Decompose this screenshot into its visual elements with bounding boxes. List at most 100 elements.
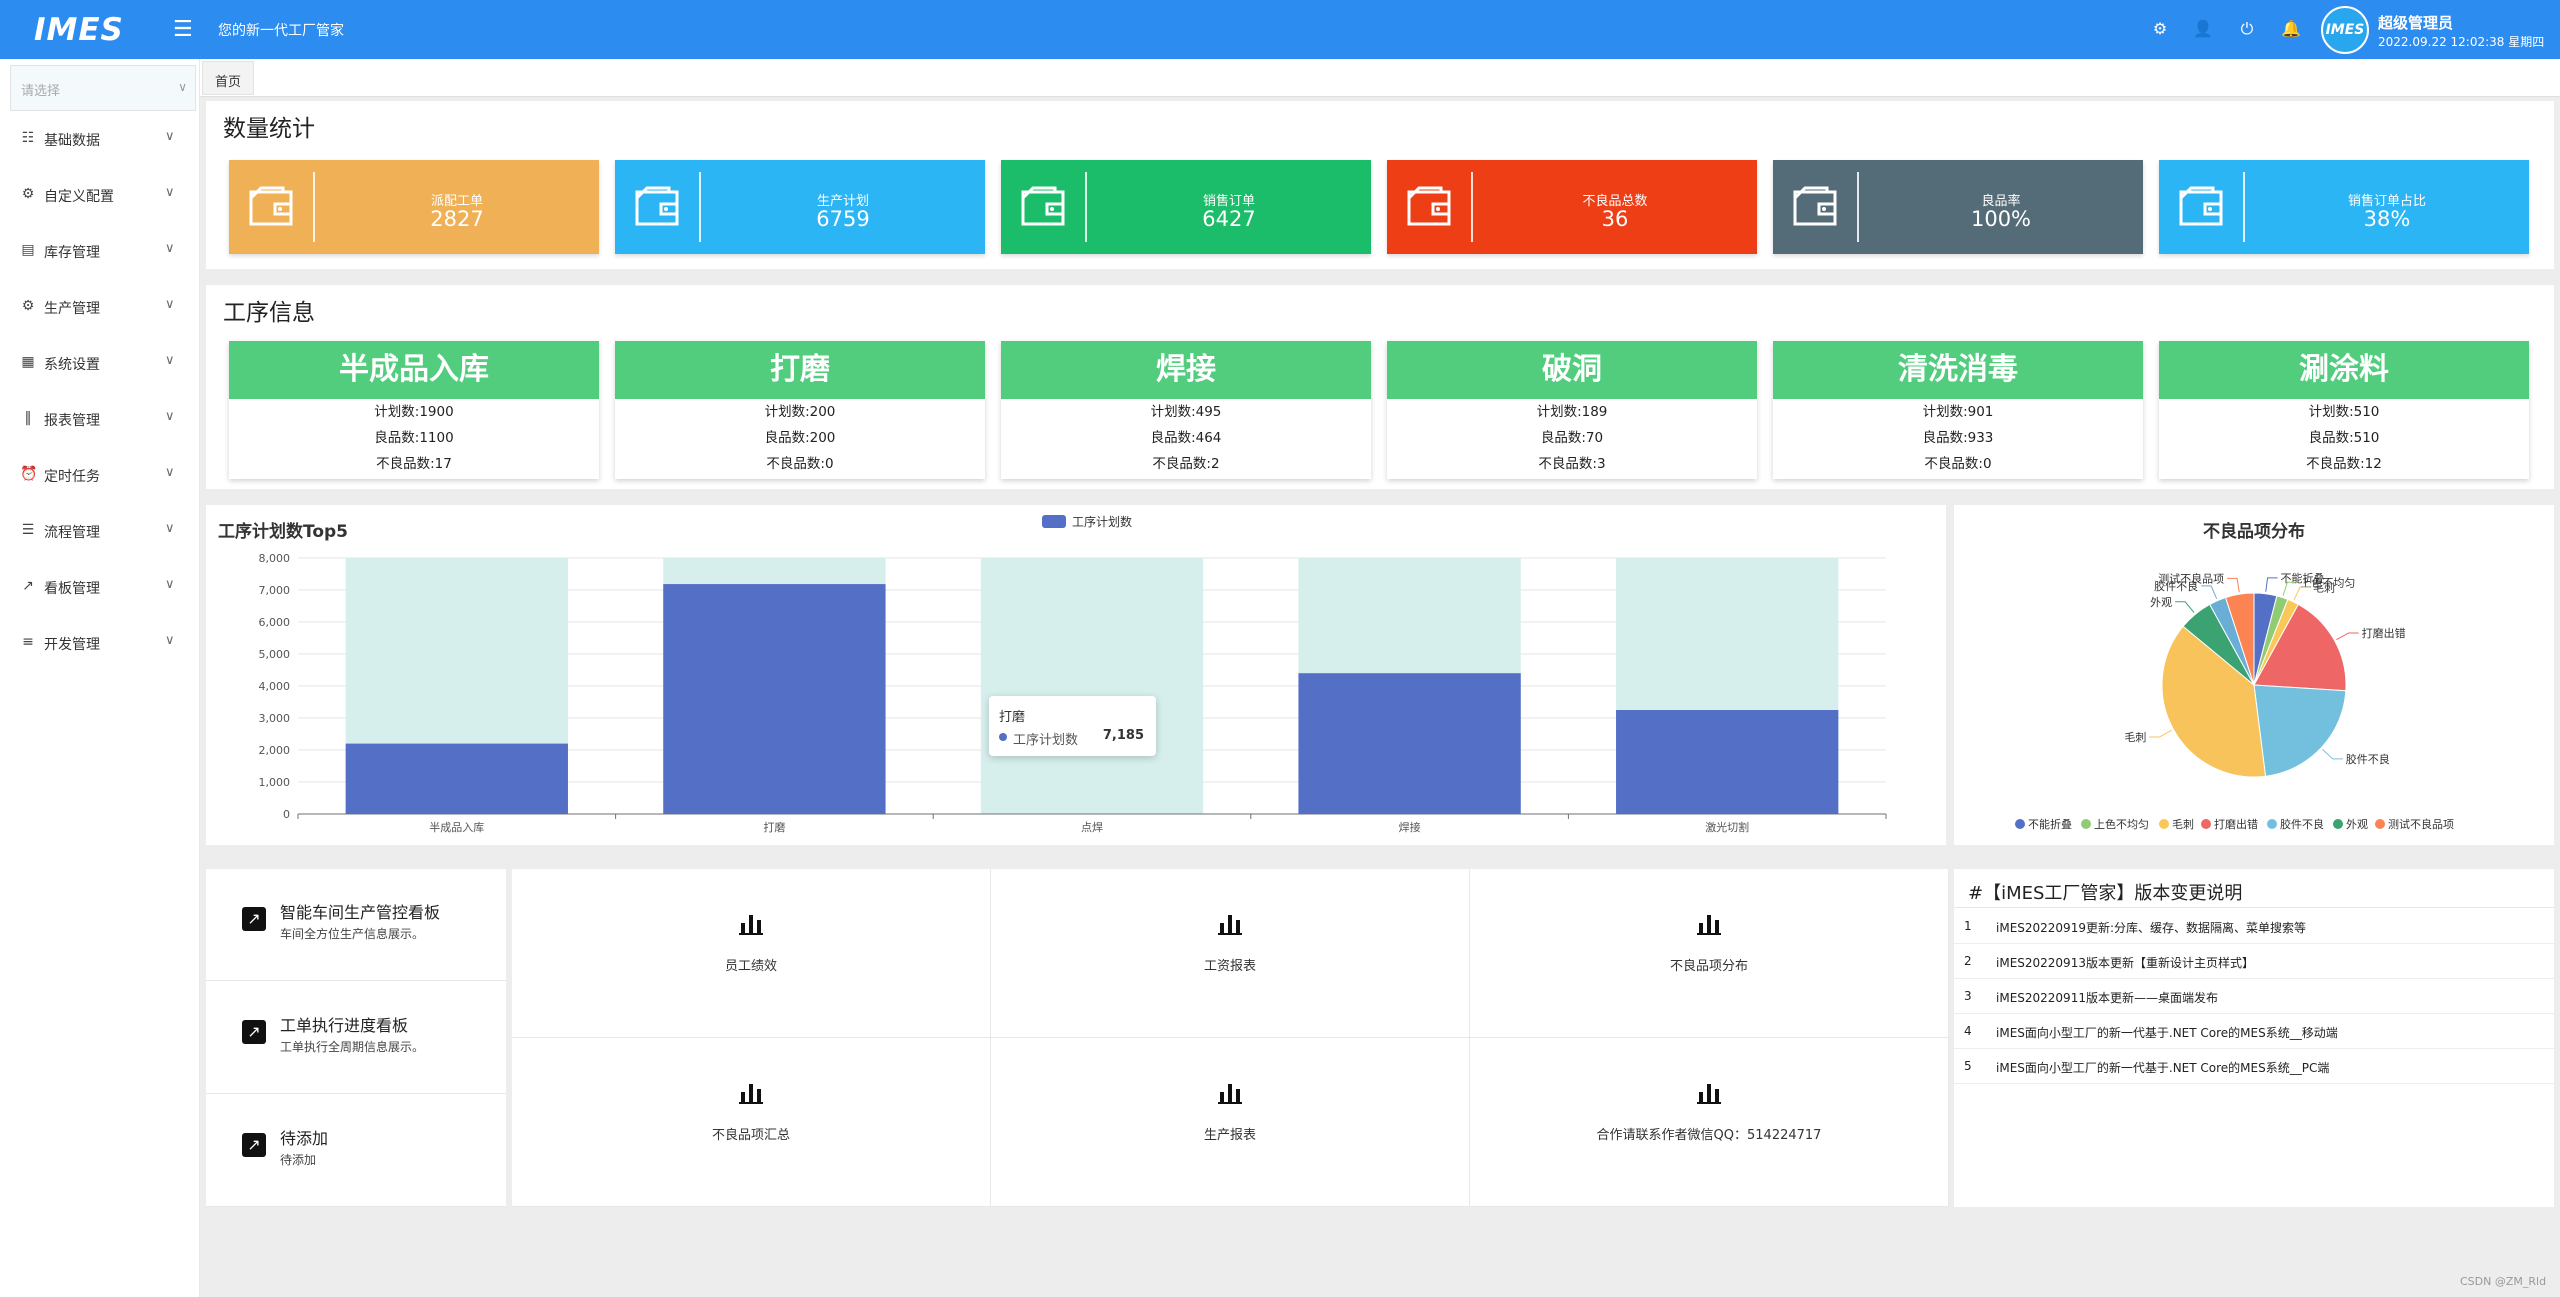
report-link[interactable]: 工资报表 bbox=[991, 869, 1470, 1038]
wallet-icon bbox=[249, 184, 293, 228]
process-plan: 计划数:189 bbox=[1536, 404, 1608, 420]
sidebar-item[interactable]: ☷ 基础数据 ∨ bbox=[0, 111, 200, 167]
process-card[interactable]: 涮涂料 计划数:510 良品数:510 不良品数:12 bbox=[2159, 341, 2529, 479]
kanban-title: 工单执行进度看板 bbox=[280, 1016, 409, 1035]
power-icon[interactable]: ⏻ bbox=[2237, 19, 2257, 39]
kanban-item[interactable]: ↗ 智能车间生产管控看板 车间全方位生产信息展示。 bbox=[206, 869, 506, 981]
breadcrumb: 首页 bbox=[200, 59, 2560, 97]
bar-chart-icon bbox=[1470, 1082, 1948, 1106]
sidebar-item[interactable]: ↗ 看板管理 ∨ bbox=[0, 559, 200, 615]
legend-label: 上色不均匀 bbox=[2094, 817, 2149, 831]
process-good: 良品数:464 bbox=[1150, 430, 1222, 446]
sidebar-item[interactable]: ☰ 流程管理 ∨ bbox=[0, 503, 200, 559]
kanban-item[interactable]: ↗ 工单执行进度看板 工单执行全周期信息展示。 bbox=[206, 982, 506, 1094]
select-placeholder: 请选择 bbox=[21, 84, 61, 99]
kanban-title: 待添加 bbox=[280, 1129, 329, 1148]
sidebar-item[interactable]: ▤ 库存管理 ∨ bbox=[0, 223, 200, 279]
legend-label: 毛刺 bbox=[2172, 818, 2194, 831]
app-logo[interactable]: IMES bbox=[34, 12, 124, 48]
stat-card[interactable]: 良品率 100% bbox=[1773, 160, 2143, 254]
settings-icon[interactable]: ⚙ bbox=[2150, 19, 2170, 39]
x-tick-label: 点焊 bbox=[1081, 820, 1103, 834]
changelog-text: iMES20220919更新:分库、缓存、数据隔离、菜单搜索等 bbox=[1996, 921, 2307, 935]
pie-label-line bbox=[2336, 632, 2359, 641]
bar-chart-icon bbox=[1470, 913, 1948, 937]
report-link[interactable]: 合作请联系作者微信QQ：514224717 bbox=[1470, 1038, 1949, 1207]
sidebar-item-label: 库存管理 bbox=[44, 245, 100, 261]
stat-value: 6427 bbox=[1202, 207, 1256, 231]
changelog-text: iMES20220911版本更新——桌面端发布 bbox=[1996, 991, 2218, 1005]
pie-label-line bbox=[2322, 748, 2343, 760]
legend-label: 工序计划数 bbox=[1072, 514, 1132, 529]
bar-chart-icon bbox=[512, 1082, 990, 1106]
process-card[interactable]: 打磨 计划数:200 良品数:200 不良品数:0 bbox=[615, 341, 985, 479]
changelog-row[interactable]: 2 iMES20220913版本更新【重新设计主页样式】 bbox=[1954, 944, 2554, 979]
header-tagline: 您的新一代工厂管家 bbox=[218, 23, 344, 39]
stat-card[interactable]: 生产计划 6759 bbox=[615, 160, 985, 254]
process-card[interactable]: 焊接 计划数:495 良品数:464 不良品数:2 bbox=[1001, 341, 1371, 479]
user-name[interactable]: 超级管理员 bbox=[2378, 12, 2453, 33]
process-name: 打磨 bbox=[615, 341, 985, 399]
kanban-item[interactable]: ↗ 待添加 待添加 bbox=[206, 1095, 506, 1207]
stats-title: 数量统计 bbox=[223, 116, 315, 142]
stat-card[interactable]: 销售订单 6427 bbox=[1001, 160, 1371, 254]
process-good: 良品数:70 bbox=[1540, 430, 1604, 446]
changelog-row[interactable]: 3 iMES20220911版本更新——桌面端发布 bbox=[1954, 979, 2554, 1014]
changelog-row[interactable]: 5 iMES面向小型工厂的新一代基于.NET Core的MES系统__PC端 bbox=[1954, 1049, 2554, 1084]
y-tick-label: 0 bbox=[283, 808, 290, 821]
changelog-title: #【iMES工厂管家】版本变更说明 bbox=[1968, 883, 2243, 904]
process-card[interactable]: 清洗消毒 计划数:901 良品数:933 不良品数:0 bbox=[1773, 341, 2143, 479]
stat-value: 2827 bbox=[430, 207, 484, 231]
menu-search-select[interactable]: 请选择 ∨ bbox=[10, 65, 196, 111]
stat-card[interactable]: 派配工单 2827 bbox=[229, 160, 599, 254]
changelog-row[interactable]: 1 iMES20220919更新:分库、缓存、数据隔离、菜单搜索等 bbox=[1954, 909, 2554, 944]
stat-card[interactable]: 销售订单占比 38% bbox=[2159, 160, 2529, 254]
report-link[interactable]: 生产报表 bbox=[991, 1038, 1470, 1207]
wallet-icon bbox=[2179, 184, 2223, 228]
legend-label: 打磨出错 bbox=[2214, 817, 2258, 831]
bell-icon[interactable]: 🔔 bbox=[2281, 19, 2301, 39]
report-link[interactable]: 不良品项分布 bbox=[1470, 869, 1949, 1038]
legend-marker bbox=[2159, 819, 2169, 829]
sidebar-item[interactable]: ≡ 开发管理 ∨ bbox=[0, 615, 200, 671]
process-plan: 计划数:200 bbox=[764, 404, 836, 420]
report-link[interactable]: 员工绩效 bbox=[512, 869, 991, 1038]
process-bad: 不良品数:2 bbox=[1152, 456, 1220, 472]
avatar[interactable]: IMES bbox=[2321, 6, 2369, 54]
kanban-panel: ↗ 智能车间生产管控看板 车间全方位生产信息展示。 ↗ 工单执行进度看板 工单执行全周期信… bbox=[206, 869, 506, 1207]
chevron-down-icon: ∨ bbox=[165, 353, 175, 368]
changelog-index: 1 bbox=[1964, 919, 1972, 933]
y-tick-label: 4,000 bbox=[259, 680, 291, 693]
wallet-icon bbox=[1407, 184, 1451, 228]
process-card[interactable]: 半成品入库 计划数:1900 良品数:1100 不良品数:17 bbox=[229, 341, 599, 479]
sidebar-item[interactable]: ‖ 报表管理 ∨ bbox=[0, 391, 200, 447]
changelog-index: 5 bbox=[1964, 1059, 1972, 1073]
process-plan: 计划数:495 bbox=[1150, 404, 1222, 420]
sidebar-item-label: 报表管理 bbox=[44, 413, 100, 429]
top-header: IMES ☰ 您的新一代工厂管家 ⚙ 👤 ⏻ 🔔 IMES 超级管理员 2022… bbox=[0, 0, 2560, 59]
bar-chart-icon: ‖ bbox=[24, 410, 32, 426]
bar bbox=[663, 584, 886, 814]
wallet-icon bbox=[1021, 184, 1065, 228]
changelog-text: iMES面向小型工厂的新一代基于.NET Core的MES系统__PC端 bbox=[1996, 1061, 2330, 1075]
report-grid: 员工绩效 工资报表 不良品项分布不良品项汇总 生产报表 合作请联系作者微信QQ：5142… bbox=[512, 869, 1949, 1207]
chevron-down-icon: ∨ bbox=[165, 297, 175, 312]
gear-icon: ⚙ bbox=[21, 298, 35, 314]
changelog-row[interactable]: 4 iMES面向小型工厂的新一代基于.NET Core的MES系统__移动端 bbox=[1954, 1014, 2554, 1049]
tab-home[interactable]: 首页 bbox=[202, 61, 255, 95]
kanban-subtitle: 待添加 bbox=[280, 1153, 317, 1167]
menu-toggle-icon[interactable]: ☰ bbox=[173, 17, 193, 42]
chevron-down-icon: ∨ bbox=[165, 241, 175, 256]
sidebar-item[interactable]: ⚙ 生产管理 ∨ bbox=[0, 279, 200, 335]
process-card[interactable]: 破洞 计划数:189 良品数:70 不良品数:3 bbox=[1387, 341, 1757, 479]
report-link[interactable]: 不良品项汇总 bbox=[512, 1038, 991, 1207]
sidebar-item[interactable]: ⚙ 自定义配置 ∨ bbox=[0, 167, 200, 223]
sidebar-item[interactable]: ⏰ 定时任务 ∨ bbox=[0, 447, 200, 503]
process-plan: 计划数:510 bbox=[2308, 404, 2380, 420]
process-plan: 计划数:1900 bbox=[374, 404, 454, 420]
sidebar-item[interactable]: ▦ 系统设置 ∨ bbox=[0, 335, 200, 391]
sidebar-item-label: 定时任务 bbox=[44, 469, 100, 485]
stat-value: 36 bbox=[1601, 207, 1629, 231]
stat-card[interactable]: 不良品总数 36 bbox=[1387, 160, 1757, 254]
user-icon[interactable]: 👤 bbox=[2193, 19, 2213, 39]
